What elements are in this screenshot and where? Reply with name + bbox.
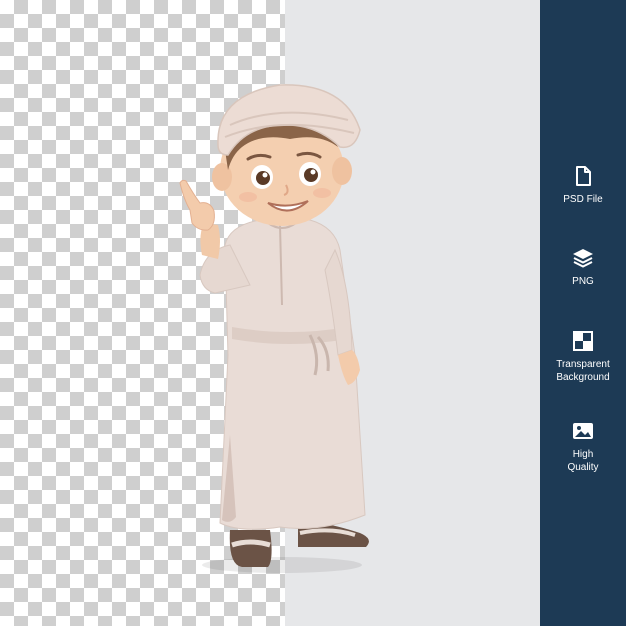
checkerboard-icon (573, 331, 593, 351)
layers-icon (573, 249, 593, 268)
feature-transparent-background: Transparent Background (540, 330, 626, 384)
file-icon (576, 166, 591, 186)
feature-high-quality: High Quality (540, 420, 626, 474)
image-icon (573, 423, 593, 439)
feature-label: High Quality (567, 449, 599, 473)
feature-label: PNG (572, 276, 594, 287)
feature-label: Transparent Background (556, 359, 610, 383)
feature-psd-file: PSD File (540, 165, 626, 206)
boy-character-illustration (179, 84, 369, 573)
feature-png: PNG (540, 247, 626, 288)
preview-canvas (0, 0, 540, 626)
feature-label: PSD File (563, 194, 603, 205)
features-sidebar: PSD File PNG Transparent Background High… (540, 0, 626, 626)
